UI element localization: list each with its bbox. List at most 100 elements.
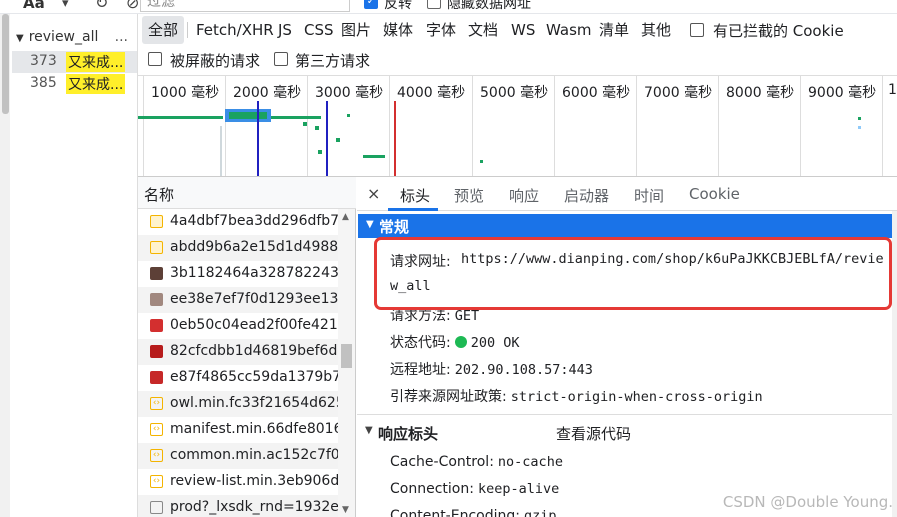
tick-label: 9000 毫秒: [808, 85, 877, 101]
scroll-thumb[interactable]: [2, 14, 9, 114]
tick-label: 6000 毫秒: [562, 85, 631, 101]
section-divider: [357, 414, 892, 415]
tick-label: 3000 毫秒: [315, 85, 384, 101]
filter-input[interactable]: 过滤: [140, 0, 350, 12]
filter-ws[interactable]: WS: [505, 16, 541, 44]
img-icon: [150, 371, 163, 384]
preserve-log-checkbox[interactable]: ✓: [364, 0, 378, 9]
request-row[interactable]: prod?_lxsdk_rnd=1932ec: [138, 495, 338, 517]
request-name: 82cfcdbb1d46819bef6d6: [170, 343, 338, 359]
request-row[interactable]: ‹› common.min.ac152c7f0d: [138, 443, 338, 469]
blocked-cookies-label: 有已拦截的 Cookie: [713, 22, 844, 40]
load-event-line: [394, 101, 396, 176]
filter-css[interactable]: CSS: [298, 16, 340, 44]
request-row[interactable]: 0eb50c04ead2f00fe4218.: [138, 313, 338, 339]
close-icon[interactable]: ×: [367, 184, 380, 203]
filter-doc[interactable]: 文档: [462, 16, 504, 44]
waterfall-bar: [220, 126, 222, 176]
filter-js[interactable]: JS: [272, 16, 298, 44]
scroll-thumb[interactable]: [341, 344, 352, 368]
tick-line: [225, 76, 226, 176]
third-party-checkbox[interactable]: [274, 52, 288, 66]
tick-line: [389, 76, 390, 176]
waterfall-bar: [229, 112, 267, 119]
filter-font[interactable]: 字体: [420, 16, 462, 44]
search-result-row[interactable]: 385 又来成...: [12, 73, 137, 95]
refresh-icon[interactable]: ↻: [95, 0, 108, 12]
request-name: owl.min.fc33f21654d625b: [170, 395, 338, 411]
waterfall-bar: [315, 126, 319, 130]
search-results-panel: ▼ review_all ... 373 又来成... 385 又来成...: [0, 14, 138, 517]
filter-img[interactable]: 图片: [335, 16, 377, 44]
request-row[interactable]: ‹› manifest.min.66dfe80167: [138, 417, 338, 443]
request-row[interactable]: ee38e7ef7f0d1293ee131.: [138, 287, 338, 313]
header-value: gzip: [523, 508, 557, 517]
header-name: Connection:: [390, 481, 474, 497]
search-file-name: review_all: [28, 29, 99, 45]
doc-icon: [150, 501, 163, 514]
remote-address-row: 远程地址: 202.90.108.57:443: [390, 359, 593, 379]
match-case-button[interactable]: Aa: [23, 0, 45, 12]
response-header-row: Cache-Control: no-cache: [390, 454, 563, 470]
request-row[interactable]: ‹› owl.min.fc33f21654d625b: [138, 391, 338, 417]
blocked-requests-checkbox[interactable]: [148, 52, 162, 66]
search-scrollbar[interactable]: [0, 14, 10, 517]
search-file-group[interactable]: ▼ review_all ...: [16, 29, 136, 49]
detail-tabs: × 标头 预览 响应 启动器 时间 Cookie: [357, 177, 897, 211]
more-icon[interactable]: ▾: [62, 0, 69, 11]
status-ok-icon: [454, 336, 467, 348]
request-row[interactable]: ‹› review-list.min.3eb906da: [138, 469, 338, 495]
filter-wasm[interactable]: Wasm: [540, 16, 598, 44]
hide-data-urls-label: 隐藏数据网址: [447, 0, 531, 12]
img-icon: [150, 345, 163, 358]
request-name: common.min.ac152c7f0d: [170, 447, 338, 463]
request-list-scrollbar[interactable]: ▲ ▼: [338, 209, 355, 517]
status-code-row: 状态代码: 200 OK: [390, 332, 520, 352]
status-code-value: 200 OK: [470, 335, 520, 351]
line-number: 373: [30, 53, 57, 69]
remote-address-label: 远程地址:: [390, 362, 451, 378]
request-type-filter-bar: 全部 Fetch/XHR JS CSS 图片 媒体 字体 文档 WS Wasm …: [138, 14, 897, 76]
blocked-cookies-checkbox[interactable]: [690, 23, 704, 37]
filter-media[interactable]: 媒体: [377, 16, 419, 44]
request-row[interactable]: 4a4dbf7bea3dd296dfb7c: [138, 209, 338, 235]
search-result-row[interactable]: 373 又来成...: [12, 51, 137, 73]
filter-all[interactable]: 全部: [142, 16, 185, 44]
tab-initiator[interactable]: 启动器: [564, 185, 609, 206]
tab-headers[interactable]: 标头: [400, 185, 430, 206]
img-icon: [150, 319, 163, 332]
request-name: abdd9b6a2e15d1d49887: [170, 239, 338, 255]
tab-timing[interactable]: 时间: [634, 185, 664, 206]
scroll-down-icon[interactable]: ▼: [342, 505, 349, 515]
tick-label: 8000 毫秒: [726, 85, 795, 101]
request-row[interactable]: 82cfcdbb1d46819bef6d6: [138, 339, 338, 365]
detail-scrollbar[interactable]: [892, 211, 897, 517]
tab-preview[interactable]: 预览: [454, 185, 484, 206]
scroll-up-icon[interactable]: ▲: [342, 212, 349, 222]
request-row[interactable]: e87f4865cc59da1379b75: [138, 365, 338, 391]
request-method-value: GET: [454, 308, 480, 324]
collapse-arrow-icon: ▼: [365, 425, 373, 436]
referrer-policy-label: 引荐来源网址政策:: [390, 389, 507, 405]
expand-arrow-icon[interactable]: ▼: [16, 33, 24, 44]
filter-fetch-xhr[interactable]: Fetch/XHR: [190, 16, 280, 44]
network-overview[interactable]: 1000 毫秒 2000 毫秒 3000 毫秒 4000 毫秒 5000 毫秒 …: [138, 76, 897, 177]
clear-icon[interactable]: ⊘: [126, 0, 139, 12]
name-header-label: 名称: [144, 186, 175, 204]
request-name: prod?_lxsdk_rnd=1932ec: [170, 499, 338, 515]
request-list: 名称 4a4dbf7bea3dd296dfb7c abdd9b6a2e15d1d…: [138, 177, 356, 517]
dom-content-loaded-line: [326, 101, 328, 176]
filter-manifest[interactable]: 清单: [593, 16, 635, 44]
view-source-link[interactable]: 查看源代码: [556, 423, 631, 444]
tab-cookies[interactable]: Cookie: [689, 185, 740, 203]
request-row[interactable]: abdd9b6a2e15d1d49887: [138, 235, 338, 261]
request-row[interactable]: 3b1182464a328782243a8: [138, 261, 338, 287]
tab-response[interactable]: 响应: [509, 185, 539, 206]
hide-data-urls-checkbox[interactable]: [427, 0, 441, 9]
img-icon: [150, 267, 163, 280]
name-column-header[interactable]: 名称: [138, 177, 356, 209]
filter-other[interactable]: 其他: [635, 16, 677, 44]
general-section-header[interactable]: ▼ 常规: [358, 214, 893, 238]
response-headers-section-header[interactable]: ▼ 响应标头 查看源代码: [357, 421, 892, 445]
script-icon: ‹›: [150, 423, 163, 436]
